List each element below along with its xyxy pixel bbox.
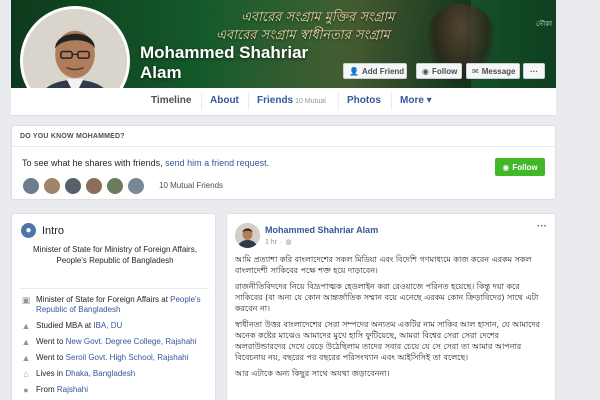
rss-icon: ◉ bbox=[502, 162, 510, 172]
mutual-friend-avatar[interactable] bbox=[22, 177, 40, 195]
intro-item: ▲ Went to New Govt. Degree College, Rajsh… bbox=[21, 337, 215, 347]
intro-header: ● Intro bbox=[21, 223, 64, 238]
globe-icon: ● bbox=[21, 223, 36, 238]
friend-request-prompt: To see what he shares with friends, send… bbox=[22, 158, 269, 168]
add-friend-button[interactable]: 👤 Add Friend bbox=[343, 63, 407, 79]
mutual-friend-avatar[interactable] bbox=[85, 177, 103, 195]
tab-about-label: About bbox=[210, 95, 239, 106]
intro-item-label: Lives in bbox=[36, 369, 66, 378]
intro-item: ● From Rajshahi bbox=[21, 385, 215, 395]
intro-item-text: From Rajshahi bbox=[36, 385, 88, 395]
intro-item-text: Minister of State for Foreign Affairs at… bbox=[36, 295, 215, 315]
tab-divider bbox=[248, 93, 249, 110]
follow-green-button[interactable]: ◉ Follow bbox=[495, 158, 545, 176]
location-pin-icon: ● bbox=[23, 385, 29, 395]
do-you-know-card: DO YOU KNOW MOHAMMED? To see what he sha… bbox=[11, 125, 556, 200]
friend-request-prompt-text: To see what he shares with friends, bbox=[22, 158, 166, 168]
graduation-cap-icon: ▲ bbox=[21, 353, 31, 363]
post-options-button[interactable]: ··· bbox=[537, 221, 547, 232]
follow-button[interactable]: ◉ Follow bbox=[416, 63, 462, 79]
post-author-avatar[interactable] bbox=[235, 223, 260, 248]
intro-item-text: Went to New Govt. Degree College, Rajsha… bbox=[36, 337, 196, 347]
home-icon: ⌂ bbox=[23, 369, 29, 379]
tab-friends[interactable]: Friends 10 Mutual bbox=[257, 95, 326, 106]
post-paragraph: স্বাধীনতা উত্তর বাংলাদেশের সেরা সম্পদের … bbox=[235, 320, 540, 362]
mutual-friend-avatar[interactable] bbox=[64, 177, 82, 195]
post-paragraph: আমি প্রত্যাশা করি বাংলাদেশের সকল মিডিয়া… bbox=[235, 255, 532, 275]
add-friend-icon: 👤 bbox=[349, 66, 359, 76]
profile-tabs: Timeline About Friends 10 Mutual Photos M… bbox=[11, 88, 556, 116]
tab-more[interactable]: More ▾ bbox=[400, 95, 432, 106]
intro-item: ▣ Minister of State for Foreign Affairs a… bbox=[21, 295, 215, 315]
do-you-know-title: DO YOU KNOW MOHAMMED? bbox=[20, 133, 125, 140]
profile-name: Mohammed Shahriar Alam bbox=[140, 43, 309, 82]
message-label: Message bbox=[481, 66, 516, 76]
graduation-cap-icon: ▲ bbox=[21, 321, 31, 331]
intro-item: ▲ Went to Seroil Govt. High School, Rajsh… bbox=[21, 353, 215, 363]
intro-item-link[interactable]: New Govt. Degree College, Rajshahi bbox=[66, 337, 197, 346]
tab-friends-label: Friends bbox=[257, 95, 294, 106]
post-body: আমি প্রত্যাশা করি বাংলাদেশের সকল মিডিয়া… bbox=[235, 254, 549, 384]
tab-about[interactable]: About bbox=[210, 95, 239, 106]
intro-item-link[interactable]: Seroil Govt. High School, Rajshahi bbox=[66, 353, 189, 362]
post-author-name[interactable]: Mohammed Shahriar Alam bbox=[265, 225, 378, 235]
post-paragraph: রাজনীতিবিদদের নিয়ে বিদ্রূপাত্মক হেডলাইন… bbox=[235, 282, 539, 313]
divider bbox=[20, 288, 209, 289]
message-button[interactable]: ✉ Message bbox=[466, 63, 520, 79]
mutual-friend-avatar[interactable] bbox=[127, 177, 145, 195]
timeline-post: Mohammed Shahriar Alam 1 hr · ◍ ··· আমি … bbox=[226, 213, 556, 400]
mutual-friend-avatars bbox=[22, 177, 145, 195]
intro-item-link[interactable]: Dhaka, Bangladesh bbox=[65, 369, 135, 378]
follow-label: Follow bbox=[431, 66, 458, 76]
tab-timeline[interactable]: Timeline bbox=[151, 95, 191, 106]
intro-item-text: Lives in Dhaka, Bangladesh bbox=[36, 369, 135, 379]
intro-details-list: ▣ Minister of State for Foreign Affairs a… bbox=[21, 295, 215, 400]
mutual-friend-avatar[interactable] bbox=[43, 177, 61, 195]
intro-item-link[interactable]: IBA, DU bbox=[93, 321, 122, 330]
send-friend-request-link[interactable]: send him a friend request. bbox=[165, 158, 269, 168]
tab-divider bbox=[338, 93, 339, 110]
mutual-friends-count[interactable]: 10 Mutual Friends bbox=[159, 181, 223, 190]
dot-separator: · bbox=[280, 238, 283, 246]
intro-item-label: From bbox=[36, 385, 57, 394]
tab-friends-mutual-count: 10 Mutual bbox=[295, 98, 326, 105]
tab-photos[interactable]: Photos bbox=[347, 95, 381, 106]
intro-title: Intro bbox=[42, 224, 65, 237]
intro-item-label: Went to bbox=[36, 337, 66, 346]
post-time-text: 1 hr bbox=[265, 238, 278, 246]
cover-corner-text: নৌকা bbox=[536, 21, 552, 28]
tab-more-label: More ▾ bbox=[400, 95, 432, 106]
rss-icon: ◉ bbox=[422, 66, 429, 76]
intro-item-label: Studied MBA at bbox=[36, 321, 94, 330]
avatar-portrait bbox=[235, 223, 260, 248]
divider bbox=[12, 146, 555, 147]
post-paragraph: আর এটাকে অন্য কিছুর সাথে অযথা জড়াবেননা। bbox=[235, 369, 390, 378]
intro-item: ▲ Studied MBA at IBA, DU bbox=[21, 321, 215, 331]
tab-divider bbox=[201, 93, 202, 110]
intro-bio: Minister of State for Ministry of Foreig… bbox=[33, 245, 197, 265]
tab-timeline-label: Timeline bbox=[151, 95, 192, 106]
post-timestamp[interactable]: 1 hr · ◍ bbox=[265, 238, 292, 247]
intro-item-label: Minister of State for Foreign Affairs at bbox=[36, 295, 171, 304]
graduation-cap-icon: ▲ bbox=[21, 337, 31, 347]
mutual-friend-avatar[interactable] bbox=[106, 177, 124, 195]
messenger-icon: ✉ bbox=[472, 66, 479, 76]
tab-divider bbox=[391, 93, 392, 110]
more-dots: ··· bbox=[530, 66, 538, 76]
intro-item: ⌂ Lives in Dhaka, Bangladesh bbox=[21, 369, 215, 379]
intro-item-link[interactable]: Rajshahi bbox=[57, 385, 88, 394]
intro-item-text: Went to Seroil Govt. High School, Rajsha… bbox=[36, 353, 188, 363]
public-globe-icon: ◍ bbox=[285, 239, 292, 246]
follow-green-label: Follow bbox=[512, 162, 538, 172]
intro-item-text: Studied MBA at IBA, DU bbox=[36, 321, 122, 331]
briefcase-icon: ▣ bbox=[21, 295, 31, 305]
intro-card: ● Intro Minister of State for Ministry o… bbox=[11, 213, 216, 400]
add-friend-label: Add Friend bbox=[361, 66, 405, 76]
intro-item-label: Went to bbox=[36, 353, 66, 362]
more-options-button[interactable]: ··· bbox=[523, 63, 545, 79]
tab-photos-label: Photos bbox=[347, 95, 381, 106]
